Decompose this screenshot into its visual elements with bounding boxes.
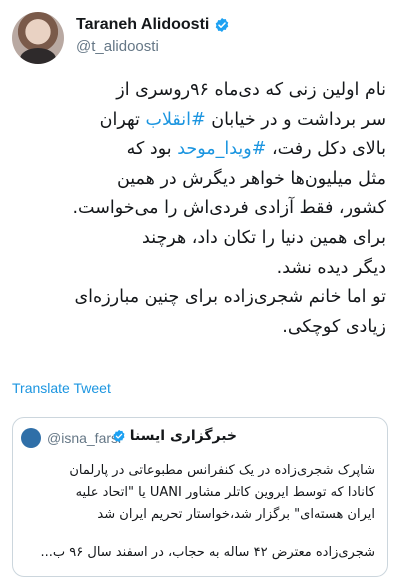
tweet-text-line: بالای دکل رفت، #ویدا_موحد بود که [14, 135, 386, 165]
quoted-tweet-header: @isna_farsi [21, 428, 121, 448]
author-display-name[interactable]: Taraneh Alidoosti [76, 16, 209, 34]
quoted-author-name-row: خبرگزاری ایسنا [112, 428, 237, 444]
tweet-text-segment: نام اولین زنی که دی‌ماه ۹۶روسری از [116, 80, 386, 100]
hashtag-link[interactable]: #ویدا_موحد [177, 139, 266, 159]
tweet-text-line: مثل میلیون‌ها خواهر دیگرش در همین [14, 165, 386, 195]
quoted-tweet[interactable]: @isna_farsi خبرگزاری ایسنا شاپرک شجری‌زا… [12, 417, 388, 577]
tweet-text-segment: بالای دکل رفت، [266, 139, 386, 160]
author-name-row[interactable]: Taraneh Alidoosti [76, 14, 230, 36]
tweet-text-line: برای همین دنیا را تکان داد، هرچند [14, 224, 386, 254]
tweet-header: Taraneh Alidoosti @t_alidoosti [12, 10, 388, 66]
tweet-text-segment: بود که [126, 139, 178, 160]
hashtag-link[interactable]: #انقلاب [145, 110, 205, 130]
tweet-text-line: نام اولین زنی که دی‌ماه ۹۶روسری از [14, 76, 386, 106]
author-handle[interactable]: @t_alidoosti [76, 38, 159, 55]
verified-badge-icon [216, 18, 229, 32]
quoted-tweet-text: شاپرک شجری‌زاده در یک کنفرانس مطبوعاتی د… [25, 460, 375, 526]
tweet-text-segment: زیادی کوچکی. [282, 316, 386, 337]
quoted-text-line: شاپرک شجری‌زاده در یک کنفرانس مطبوعاتی د… [69, 463, 375, 478]
quoted-tweet-truncated-line: شجری‌زاده معترض ۴۲ ساله به حجاب، در اسفن… [40, 545, 375, 560]
verified-badge-icon [113, 429, 125, 443]
tweet-text-segment: تهران [99, 109, 146, 130]
tweet-text-line: سر برداشت و در خیابان #انقلاب تهران [14, 106, 386, 136]
tweet-text-segment: مثل میلیون‌ها خواهر دیگرش در همین [116, 168, 386, 189]
tweet-text-segment: کشور، فقط آزادی فردی‌اش را می‌خواست. [72, 198, 386, 219]
tweet-text-line: تو اما خانم شجری‌زاده برای چنین مبارزه‌ا… [14, 283, 386, 313]
author-avatar[interactable] [12, 12, 64, 64]
tweet-text-line: زیادی کوچکی. [14, 313, 386, 343]
tweet-text-segment: برای همین دنیا را تکان داد، هرچند [142, 227, 386, 248]
tweet-text-line: کشور، فقط آزادی فردی‌اش را می‌خواست. [14, 194, 386, 224]
tweet-text-segment: دیگر دیده نشد. [276, 257, 386, 278]
quoted-author-name: خبرگزاری ایسنا [129, 428, 237, 444]
tweet-text-line: دیگر دیده نشد. [14, 254, 386, 284]
tweet-text-segment: سر برداشت و در خیابان [205, 109, 386, 130]
translate-tweet-link[interactable]: Translate Tweet [12, 380, 111, 396]
quoted-text-line: ایران هسته‌ای" برگزار شد،خواستار تحریم ا… [97, 507, 375, 522]
tweet-text-segment: تو اما خانم شجری‌زاده برای چنین مبارزه‌ا… [74, 287, 386, 308]
quoted-author-avatar [21, 428, 41, 448]
quoted-text-line: کانادا که توسط ایروین کاتلر مشاور UANI ی… [75, 485, 375, 500]
quoted-author-handle: @isna_farsi [47, 430, 122, 446]
tweet-text: نام اولین زنی که دی‌ماه ۹۶روسری از سر برد… [14, 76, 386, 342]
